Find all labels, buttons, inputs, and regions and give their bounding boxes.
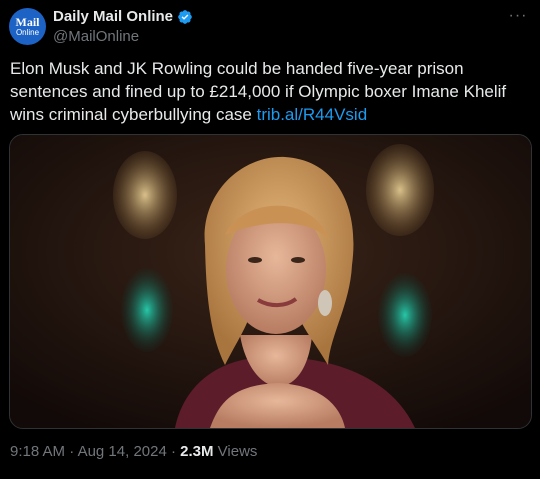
tweet-text: Elon Musk and JK Rowling could be handed…	[10, 57, 530, 126]
meta-separator: ·	[166, 443, 181, 460]
tweet-date[interactable]: Aug 14, 2024	[78, 443, 167, 460]
more-options-icon[interactable]: ···	[508, 7, 528, 24]
views-label: Views	[213, 443, 258, 460]
avatar-logo-line1: Mail	[15, 15, 40, 29]
tweet-card[interactable]: Mail Online Daily Mail Online @MailOnlin…	[0, 0, 540, 479]
author-name-row[interactable]: Daily Mail Online	[53, 8, 193, 25]
views-count: 2.3M	[180, 443, 214, 460]
tweet-meta: 9:18 AM · Aug 14, 2024 · 2.3M Views	[10, 443, 257, 460]
avatar[interactable]: Mail Online	[9, 8, 46, 45]
meta-separator: ·	[65, 443, 78, 460]
photo-illustration	[10, 135, 531, 428]
verified-badge-icon	[178, 9, 192, 24]
avatar-logo-line2: Online	[15, 28, 40, 37]
tweet-time[interactable]: 9:18 AM	[10, 443, 65, 460]
tweet-link[interactable]: trib.al/R44Vsid	[257, 105, 368, 124]
tweet-media-photo[interactable]	[9, 134, 532, 429]
author-name[interactable]: Daily Mail Online	[53, 8, 173, 25]
author-handle[interactable]: @MailOnline	[53, 28, 139, 45]
